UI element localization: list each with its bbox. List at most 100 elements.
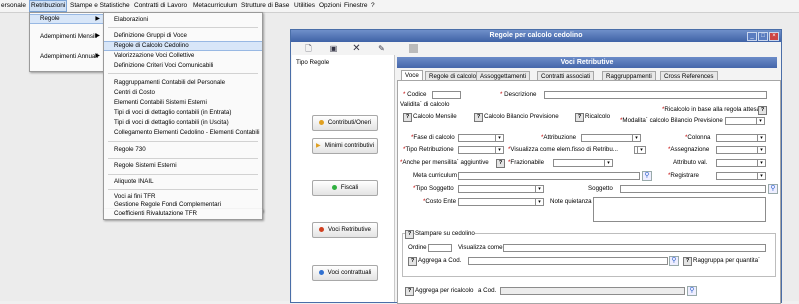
menu-finestre[interactable]: Finestre — [343, 1, 368, 11]
menu-retribuzioni[interactable]: Retribuzioni — [29, 0, 68, 12]
aggrega-checkbox[interactable]: ? — [408, 257, 417, 266]
frazionabile-label: *Frazionabile — [508, 159, 545, 166]
delete-icon[interactable]: ✕ — [351, 44, 362, 54]
aggrega-ricalcolo-input[interactable] — [500, 287, 685, 295]
costo-ente-select[interactable]: ▾ — [458, 198, 544, 206]
fase-select[interactable]: ▾ — [458, 134, 504, 142]
colonna-label: *Colonna — [685, 134, 711, 141]
note-quietanza-textarea[interactable] — [593, 197, 766, 222]
attributo-val-select[interactable]: ▾ — [716, 159, 766, 167]
menu-item-voci-collettive[interactable]: Valorizzazione Voci Collettive — [104, 51, 262, 60]
minimize-icon[interactable]: _ — [747, 32, 757, 41]
voci-contrattuali-button[interactable]: Voci contrattuali — [312, 265, 378, 281]
minimi-contributivi-button[interactable]: ▶ Minimi contributivi — [312, 138, 378, 154]
menu-item-centri-costo[interactable]: Centri di Costo — [104, 88, 262, 97]
menu-personale[interactable]: ersonale — [0, 1, 27, 11]
descrizione-label: * Descrizione — [500, 91, 537, 98]
visualizza-come-input[interactable] — [503, 244, 766, 252]
tipo-soggetto-label: *Tipo Soggetto — [413, 185, 454, 192]
menu-item-adempimenti-annuali[interactable]: Adempimenti Annuali ▶ — [30, 52, 104, 61]
codice-input[interactable] — [432, 91, 461, 99]
attribuzione-label: *Attribuzione — [541, 134, 577, 141]
menu-opzioni[interactable]: Opzioni — [318, 1, 342, 11]
menu-item-sistemi-esterni[interactable]: Regole Sistemi Esterni — [104, 161, 262, 170]
ordine-input[interactable] — [428, 244, 452, 252]
window-toolbar: 🗋 ▣ ✕ ✎ — [291, 42, 781, 55]
menu-strutture-base[interactable]: Strutture di Base — [240, 1, 290, 11]
ricalcolo-label: Ricalcolo — [585, 113, 611, 120]
blue-dot-icon — [318, 269, 324, 275]
modalita-select[interactable]: ▾ — [725, 117, 765, 125]
tipo-soggetto-select[interactable]: ▾ — [458, 185, 544, 193]
fiscali-button[interactable]: Fiscali — [312, 180, 378, 196]
menu-item-voci-tfr[interactable]: Voci ai fini TFR — [104, 192, 262, 201]
search-soggetto-icon[interactable]: ⚲ — [768, 184, 778, 194]
registrare-select[interactable]: ▾ — [716, 172, 766, 180]
new-document-icon[interactable]: 🗋 — [303, 44, 314, 53]
raggruppa-checkbox[interactable]: ? — [683, 257, 692, 266]
attribuzione-select[interactable]: ▾ — [581, 134, 641, 142]
search-ricalcolo-icon[interactable]: ⚲ — [687, 286, 697, 296]
colonna-select[interactable]: ▾ — [716, 134, 766, 142]
menu-item-coefficienti-tfr[interactable]: Coefficienti Rivalutazione TFR — [104, 209, 262, 218]
menu-item-gruppi-voce[interactable]: Definizione Gruppi di Voce — [104, 31, 262, 40]
section-header: Voci Retributive — [397, 57, 777, 68]
voce-tab-content: * Codice * Descrizione Validita` di calc… — [397, 80, 781, 304]
visualizza-elem-select[interactable]: ▾ — [634, 146, 646, 154]
regole-submenu-tail: Coefficienti Rivalutazione TFR — [103, 209, 263, 220]
tipo-retribuzione-select[interactable]: ▾ — [458, 146, 504, 154]
menu-item-elaborazioni[interactable]: Elaborazioni — [104, 15, 262, 24]
assegnazione-select[interactable]: ▾ — [716, 146, 766, 154]
menu-item-fondi-complementari[interactable]: Gestione Regole Fondi Complementari — [104, 201, 262, 209]
calcolo-bilancio-label: Calcolo Bilancio Previsione — [484, 113, 559, 120]
menu-help[interactable]: ? — [370, 1, 376, 11]
search-meta-icon[interactable]: ⚲ — [642, 171, 652, 181]
menu-metacurriculum[interactable]: Metacurriculum — [192, 1, 238, 11]
stampare-checkbox[interactable]: ? — [405, 230, 414, 239]
red-dot-icon — [319, 226, 324, 232]
meta-curriculum-label: Meta curriculum — [413, 172, 458, 179]
save-icon[interactable]: ▣ — [328, 44, 339, 53]
aggrega-ricalcolo-checkbox[interactable]: ? — [405, 287, 414, 296]
contributi-oneri-button[interactable]: Contributi/Oneri — [312, 115, 378, 131]
menu-item-adempimenti-mensili[interactable]: Adempimenti Mensili ▶ — [30, 32, 104, 41]
calcolo-bilancio-checkbox[interactable]: ? — [474, 113, 483, 122]
a-cod-label: a Cod. — [478, 287, 497, 294]
voci-retributive-button[interactable]: Voci Retributive — [312, 222, 378, 238]
menu-item-tipi-uscita[interactable]: Tipi di voci di dettaglio contabili (in … — [104, 118, 262, 127]
window-title: Regole per calcolo cedolino — [489, 32, 583, 39]
menu-item-aliquote-inail[interactable]: Aliquote INAIL — [104, 177, 262, 186]
menu-contratti-lavoro[interactable]: Contratti di Lavoro — [133, 1, 188, 11]
window-titlebar[interactable]: Regole per calcolo cedolino _ □ × — [291, 30, 781, 42]
ricalcolo-checkbox[interactable]: ? — [575, 113, 584, 122]
costo-ente-label: *Costo Ente — [423, 198, 457, 205]
visualizza-elem-label: *Visualizza come elem.fisso di Retribu..… — [508, 146, 618, 153]
descrizione-input[interactable] — [544, 91, 767, 99]
meta-curriculum-input[interactable] — [458, 172, 640, 180]
menu-item-raggruppamenti-contabili[interactable]: Raggruppamenti Contabili del Personale — [104, 78, 262, 87]
menu-item-collegamento[interactable]: Collegamento Elementi Cedolino - Element… — [104, 128, 262, 137]
search-aggrega-icon[interactable]: ⚲ — [669, 256, 679, 266]
ricalcolo-regola-checkbox[interactable]: ? — [758, 106, 767, 115]
menu-item-regole[interactable]: Regole ▶ — [30, 14, 104, 24]
aggrega-cod-input[interactable] — [468, 257, 668, 265]
rules-window: Regole per calcolo cedolino _ □ × 🗋 ▣ ✕ … — [290, 29, 782, 304]
disabled-tool-icon — [409, 44, 418, 53]
maximize-icon[interactable]: □ — [758, 32, 768, 41]
menu-item-elementi-contabili[interactable]: Elementi Contabili Sistemi Esterni — [104, 98, 262, 107]
menu-item-tipi-entrata[interactable]: Tipi di voci di dettaglio contabili (in … — [104, 108, 262, 117]
calcolo-mensile-checkbox[interactable]: ? — [403, 113, 412, 122]
menu-item-regole-730[interactable]: Regole 730 — [104, 145, 262, 154]
frazionabile-select[interactable]: ▾ — [553, 159, 613, 167]
registrare-label: *Registrare — [668, 172, 699, 179]
close-icon[interactable]: × — [769, 32, 779, 41]
menu-item-regole-calcolo[interactable]: Regole di Calcolo Cedolino — [104, 41, 262, 51]
soggetto-input[interactable] — [620, 185, 766, 193]
anche-mensilita-checkbox[interactable]: ? — [496, 159, 505, 168]
calcolo-mensile-label: Calcolo Mensile — [413, 113, 457, 120]
menu-item-criteri-comunicabili[interactable]: Definizione Criteri Voci Comunicabili — [104, 61, 262, 70]
menu-utilities[interactable]: Utilities — [293, 1, 316, 11]
aggrega-label: Aggrega a Cod. — [418, 257, 462, 264]
erase-icon[interactable]: ✎ — [376, 44, 387, 53]
menu-stampe-statistiche[interactable]: Stampe e Statistiche — [69, 1, 131, 11]
